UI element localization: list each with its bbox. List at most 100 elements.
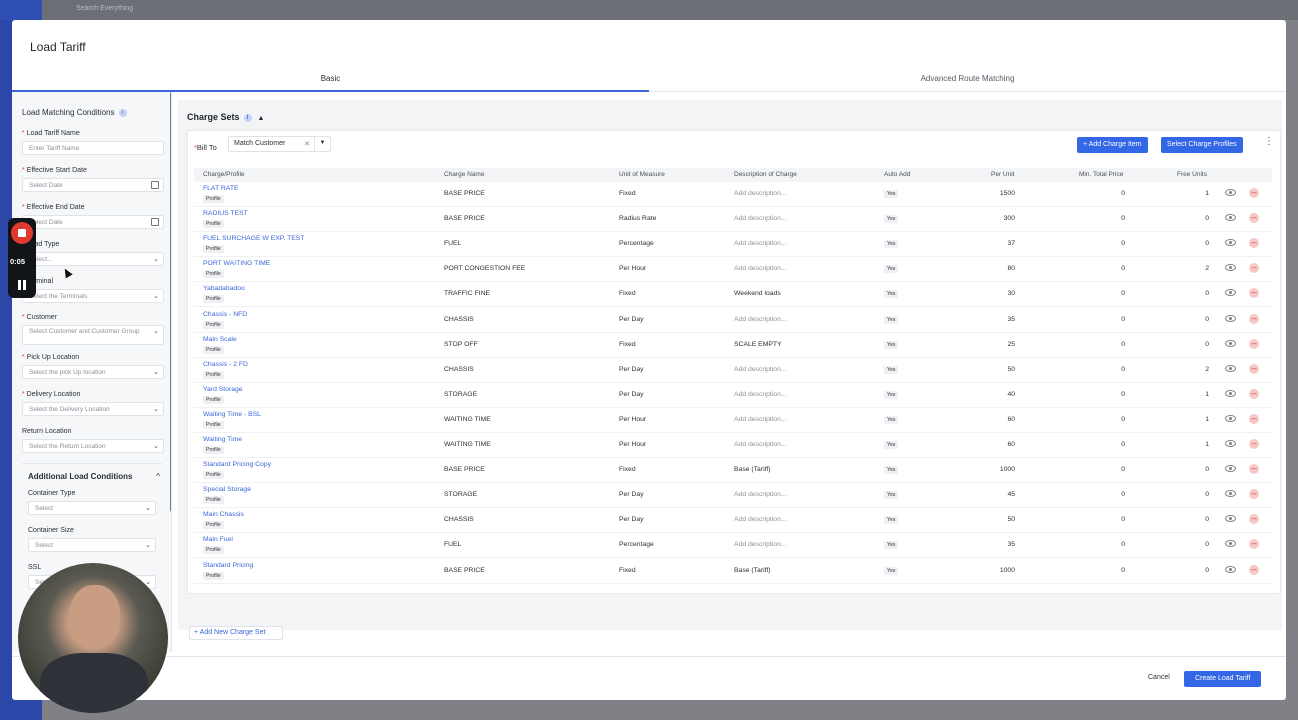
remove-icon[interactable]: – xyxy=(1249,489,1259,500)
free-units-value[interactable]: 0 xyxy=(1205,240,1209,247)
field-input[interactable]: Select the pick Up location ⌄ xyxy=(22,365,164,379)
auto-add-badge[interactable]: Yes xyxy=(884,541,899,550)
calendar-icon[interactable] xyxy=(151,218,159,226)
charge-description[interactable]: Add description... xyxy=(734,441,787,448)
free-units-value[interactable]: 0 xyxy=(1205,290,1209,297)
chevron-down-icon[interactable]: ⌄ xyxy=(153,442,159,450)
chevron-down-icon[interactable]: ⌄ xyxy=(153,405,159,413)
remove-icon[interactable]: – xyxy=(1249,238,1259,249)
auto-add-badge[interactable]: Yes xyxy=(884,340,899,349)
auto-add-badge[interactable]: Yes xyxy=(884,190,899,198)
tab-advanced-route-matching[interactable]: Advanced Route Matching xyxy=(649,72,1286,92)
per-unit-value[interactable]: 50 xyxy=(1007,366,1015,373)
remove-icon[interactable]: – xyxy=(1249,413,1259,424)
eye-icon[interactable] xyxy=(1225,339,1236,347)
charge-description[interactable]: Add description... xyxy=(734,316,787,323)
per-unit-value[interactable]: 35 xyxy=(1007,541,1015,548)
profile-link[interactable]: FLAT RATE xyxy=(203,185,239,192)
charge-description[interactable]: Base (Tariff) xyxy=(734,466,771,473)
more-options-icon[interactable]: ⋮ xyxy=(1264,137,1274,147)
info-icon[interactable]: i xyxy=(243,113,252,122)
profile-link[interactable]: Yabadabadoo xyxy=(203,285,245,292)
per-unit-value[interactable]: 60 xyxy=(1007,416,1015,423)
per-unit-value[interactable]: 60 xyxy=(1007,441,1015,448)
auto-add-badge[interactable]: Yes xyxy=(884,441,899,449)
eye-icon[interactable] xyxy=(1225,239,1236,247)
eye-icon[interactable] xyxy=(1225,189,1236,196)
bill-to-select[interactable]: Match Customer ✕ ▼ xyxy=(228,136,331,152)
clear-icon[interactable]: ✕ xyxy=(304,140,310,148)
info-icon[interactable]: i xyxy=(118,108,127,117)
auto-add-badge[interactable]: Yes xyxy=(884,415,899,424)
panel-scrollbar[interactable] xyxy=(170,92,171,512)
auto-add-badge[interactable]: Yes xyxy=(884,240,899,249)
charge-description[interactable]: Add description... xyxy=(734,366,787,373)
eye-icon[interactable] xyxy=(1225,314,1236,322)
chevron-down-icon[interactable]: ⌄ xyxy=(153,292,159,300)
per-unit-value[interactable]: 50 xyxy=(1007,516,1015,523)
eye-icon[interactable] xyxy=(1225,540,1236,548)
profile-link[interactable]: Standard Pricing xyxy=(203,562,253,569)
eye-icon[interactable] xyxy=(1225,465,1236,473)
auto-add-badge[interactable]: Yes xyxy=(884,466,899,475)
min-total-value[interactable]: 0 xyxy=(1121,391,1125,398)
eye-icon[interactable] xyxy=(1225,264,1236,272)
remove-icon[interactable]: – xyxy=(1249,388,1259,399)
chevron-up-icon[interactable]: ^ xyxy=(156,472,160,481)
pause-icon[interactable] xyxy=(17,280,27,290)
add-new-charge-set-button[interactable]: + Add New Charge Set xyxy=(189,626,283,640)
eye-icon[interactable] xyxy=(1225,565,1236,573)
free-units-value[interactable]: 0 xyxy=(1205,215,1209,222)
per-unit-value[interactable]: 1000 xyxy=(1000,466,1015,473)
auto-add-badge[interactable]: Yes xyxy=(884,290,899,299)
min-total-value[interactable]: 0 xyxy=(1121,341,1125,348)
per-unit-value[interactable]: 37 xyxy=(1007,240,1015,247)
remove-icon[interactable]: – xyxy=(1249,288,1259,299)
profile-link[interactable]: Main Chassis xyxy=(203,511,244,518)
profile-link[interactable]: FUEL SURCHAGE W EXP. TEST xyxy=(203,235,304,242)
chevron-down-icon[interactable]: ⌄ xyxy=(153,368,159,376)
profile-link[interactable]: Waiting Time xyxy=(203,436,242,443)
eye-icon[interactable] xyxy=(1225,440,1236,447)
eye-icon[interactable] xyxy=(1225,214,1236,222)
free-units-value[interactable]: 1 xyxy=(1205,441,1209,448)
remove-icon[interactable]: – xyxy=(1249,338,1259,349)
free-units-value[interactable]: 0 xyxy=(1205,341,1209,348)
auto-add-badge[interactable]: Yes xyxy=(884,215,899,224)
profile-link[interactable]: Special Storage xyxy=(203,486,251,493)
remove-icon[interactable]: – xyxy=(1249,213,1259,224)
per-unit-value[interactable]: 40 xyxy=(1007,391,1015,398)
min-total-value[interactable]: 0 xyxy=(1121,441,1125,448)
eye-icon[interactable] xyxy=(1225,414,1236,422)
per-unit-value[interactable]: 25 xyxy=(1007,341,1015,348)
min-total-value[interactable]: 0 xyxy=(1121,366,1125,373)
free-units-value[interactable]: 1 xyxy=(1205,391,1209,398)
charge-description[interactable]: Weekend loads xyxy=(734,290,781,297)
min-total-value[interactable]: 0 xyxy=(1121,541,1125,548)
profile-link[interactable]: Main Scale xyxy=(203,336,237,343)
min-total-value[interactable]: 0 xyxy=(1121,466,1125,473)
min-total-value[interactable]: 0 xyxy=(1121,240,1125,247)
profile-link[interactable]: Chassis - 2 FD xyxy=(203,361,248,368)
eye-icon[interactable] xyxy=(1225,490,1236,498)
profile-link[interactable]: Main Fuel xyxy=(203,536,233,543)
remove-icon[interactable]: – xyxy=(1249,464,1259,475)
free-units-value[interactable]: 1 xyxy=(1205,190,1209,197)
charge-description[interactable]: SCALE EMPTY xyxy=(734,341,782,348)
eye-icon[interactable] xyxy=(1225,364,1236,372)
tab-basic[interactable]: Basic xyxy=(12,72,649,92)
free-units-value[interactable]: 2 xyxy=(1205,265,1209,272)
auto-add-badge[interactable]: Yes xyxy=(884,491,899,500)
per-unit-value[interactable]: 1500 xyxy=(1000,190,1015,197)
per-unit-value[interactable]: 1000 xyxy=(1000,567,1015,574)
field-input[interactable]: Select... ⌄ xyxy=(22,252,164,266)
eye-icon[interactable] xyxy=(1225,289,1236,297)
field-input[interactable]: Select Date xyxy=(22,178,164,192)
per-unit-value[interactable]: 300 xyxy=(1004,215,1015,222)
field-select[interactable]: Select⌄ xyxy=(28,538,156,552)
free-units-value[interactable]: 0 xyxy=(1205,516,1209,523)
auto-add-badge[interactable]: Yes xyxy=(884,390,899,399)
free-units-value[interactable]: 0 xyxy=(1205,466,1209,473)
profile-link[interactable]: Standard Pricing Copy xyxy=(203,461,271,468)
min-total-value[interactable]: 0 xyxy=(1121,416,1125,423)
